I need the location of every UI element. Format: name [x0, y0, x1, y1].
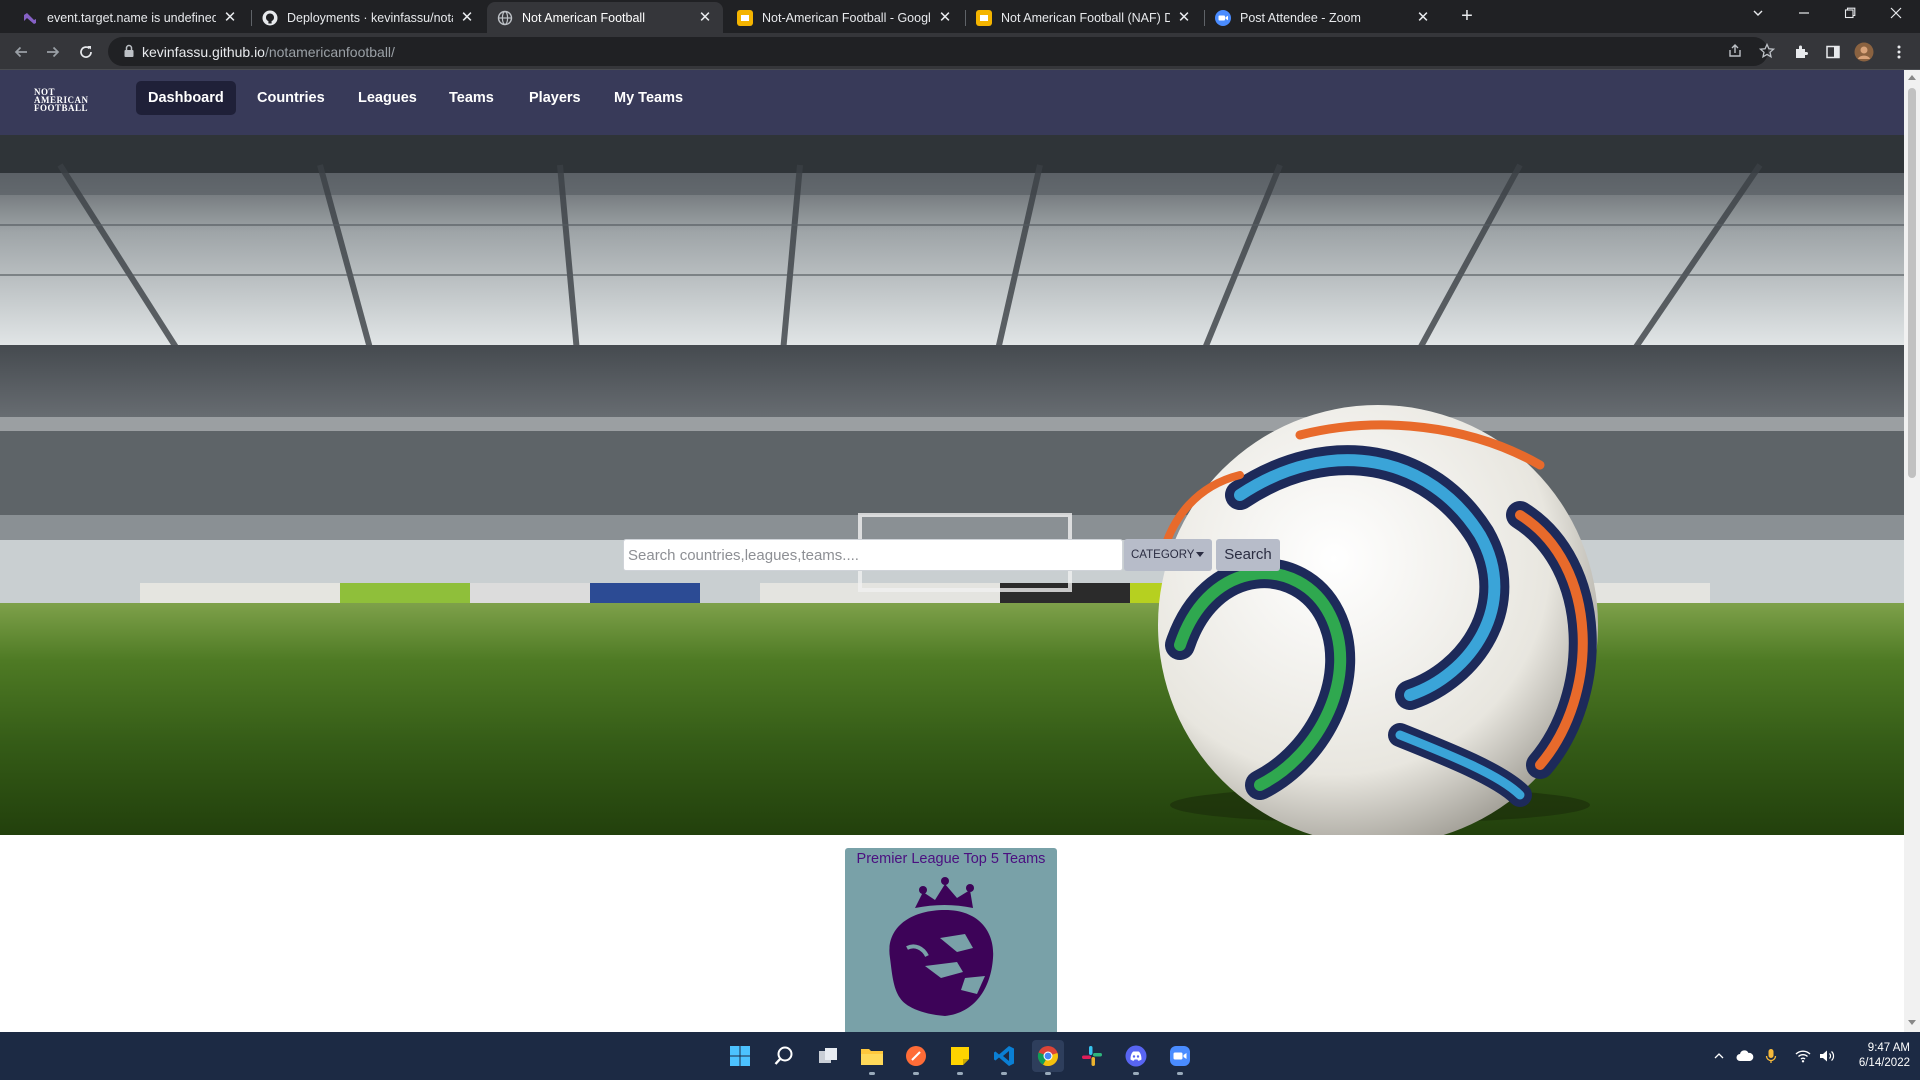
premier-league-lion-icon: [889, 877, 994, 1016]
taskbar-clock[interactable]: 9:47 AM 6/14/2022: [1840, 1041, 1910, 1071]
tab-title: Not American Football (NAF) Dat: [1001, 10, 1170, 25]
browser-tab-3[interactable]: Not American Football ✕: [487, 2, 723, 33]
browser-tab-1[interactable]: event.target.name is undefined: V ✕: [12, 2, 248, 33]
nav-dashboard[interactable]: Dashboard: [136, 81, 236, 115]
url-text: kevinfassu.github.io/notamericanfootball…: [142, 44, 395, 60]
bookmark-star-icon[interactable]: [1756, 40, 1778, 62]
discord-icon[interactable]: [1120, 1040, 1152, 1075]
chevron-down-icon: [1196, 552, 1204, 557]
scroll-down-icon[interactable]: [1908, 1020, 1916, 1025]
vertical-scrollbar[interactable]: [1904, 70, 1920, 1032]
browser-tab-4[interactable]: Not-American Football - Google ✕: [727, 2, 963, 33]
category-dropdown[interactable]: CATEGORY: [1124, 539, 1212, 571]
zoom-icon: [1215, 9, 1231, 26]
search-input[interactable]: [624, 540, 1122, 570]
restore-icon[interactable]: [1830, 4, 1870, 26]
hero-stadium-image: CATEGORY Search: [0, 135, 1904, 835]
google-slides-icon: [737, 9, 753, 26]
web-page: NOT AMERICAN FOOTBALL Dashboard Countrie…: [0, 70, 1920, 1032]
browser-tab-6[interactable]: Post Attendee - Zoom ✕: [1205, 2, 1441, 33]
sticky-notes-icon[interactable]: [944, 1040, 976, 1075]
scrollbar-thumb[interactable]: [1908, 88, 1916, 478]
windows-taskbar: 9:47 AM 6/14/2022: [0, 1032, 1920, 1080]
task-view-icon[interactable]: [812, 1040, 844, 1072]
chevron-up-icon[interactable]: [1708, 1032, 1730, 1080]
back-icon[interactable]: [9, 40, 33, 64]
close-tab-icon[interactable]: ✕: [459, 9, 475, 26]
nav-leagues[interactable]: Leagues: [346, 81, 429, 115]
profile-avatar[interactable]: [1853, 41, 1875, 63]
close-window-icon[interactable]: [1876, 4, 1916, 26]
search-button[interactable]: Search: [1216, 539, 1280, 571]
nav-my-teams[interactable]: My Teams: [602, 81, 695, 115]
logo-line-3: FOOTBALL: [34, 103, 89, 113]
url-host: kevinfassu.github.io: [142, 44, 265, 60]
scroll-up-icon[interactable]: [1908, 75, 1916, 80]
file-explorer-icon[interactable]: [856, 1040, 888, 1075]
new-tab-button[interactable]: +: [1456, 6, 1478, 28]
github-icon: [262, 10, 278, 26]
browser-tab-strip: event.target.name is undefined: V ✕ Depl…: [0, 0, 1920, 33]
side-panel-icon[interactable]: [1822, 41, 1844, 63]
tab-title: Deployments · kevinfassu/notam: [287, 10, 453, 25]
onedrive-cloud-icon[interactable]: [1732, 1032, 1758, 1080]
clock-date: 6/14/2022: [1858, 1057, 1910, 1069]
close-tab-icon[interactable]: ✕: [222, 9, 238, 26]
close-tab-icon[interactable]: ✕: [697, 9, 713, 26]
wifi-icon[interactable]: [1792, 1032, 1814, 1080]
nav-teams[interactable]: Teams: [437, 81, 506, 115]
visual-studio-icon: [22, 10, 38, 26]
windows-start-icon[interactable]: [724, 1040, 756, 1072]
minimize-icon[interactable]: [1784, 4, 1824, 26]
search-input-wrapper: [623, 539, 1123, 571]
share-icon[interactable]: [1724, 40, 1746, 62]
forward-icon[interactable]: [41, 40, 65, 64]
address-bar[interactable]: kevinfassu.github.io/notamericanfootball…: [108, 37, 1775, 66]
app-navbar: NOT AMERICAN FOOTBALL Dashboard Countrie…: [0, 70, 1904, 135]
browser-tab-5[interactable]: Not American Football (NAF) Dat ✕: [966, 2, 1202, 33]
google-slides-icon: [976, 9, 992, 26]
vscode-icon[interactable]: [988, 1040, 1020, 1075]
nav-countries[interactable]: Countries: [245, 81, 337, 115]
close-tab-icon[interactable]: ✕: [1176, 9, 1192, 26]
microphone-icon[interactable]: [1760, 1032, 1782, 1080]
search-icon[interactable]: [768, 1040, 800, 1072]
zoom-icon[interactable]: [1164, 1040, 1196, 1075]
extensions-icon[interactable]: [1790, 41, 1812, 63]
url-path: /notamericanfootball/: [264, 44, 395, 60]
chrome-icon[interactable]: [1032, 1040, 1064, 1075]
reload-icon[interactable]: [74, 40, 98, 64]
browser-tab-2[interactable]: Deployments · kevinfassu/notam ✕: [252, 2, 485, 33]
tab-title: Post Attendee - Zoom: [1240, 10, 1361, 25]
browser-toolbar: kevinfassu.github.io/notamericanfootball…: [0, 33, 1920, 70]
tab-title: Not American Football: [522, 10, 645, 25]
slack-icon[interactable]: [1076, 1040, 1108, 1072]
nav-players[interactable]: Players: [517, 81, 593, 115]
tab-title: Not-American Football - Google: [762, 10, 931, 25]
postman-icon[interactable]: [900, 1040, 932, 1075]
site-logo[interactable]: NOT AMERICAN FOOTBALL: [34, 88, 112, 118]
chrome-menu-icon[interactable]: [1888, 41, 1910, 63]
clock-time: 9:47 AM: [1867, 1042, 1910, 1054]
premier-league-card[interactable]: Premier League Top 5 Teams: [845, 848, 1057, 1032]
volume-icon[interactable]: [1816, 1032, 1838, 1080]
tab-search-icon[interactable]: [1738, 4, 1778, 26]
lock-icon: [122, 44, 136, 58]
category-label: CATEGORY: [1131, 549, 1195, 561]
close-tab-icon[interactable]: ✕: [1415, 9, 1431, 26]
close-tab-icon[interactable]: ✕: [937, 9, 953, 26]
tab-title: event.target.name is undefined: V: [47, 10, 216, 25]
globe-icon: [497, 10, 513, 26]
